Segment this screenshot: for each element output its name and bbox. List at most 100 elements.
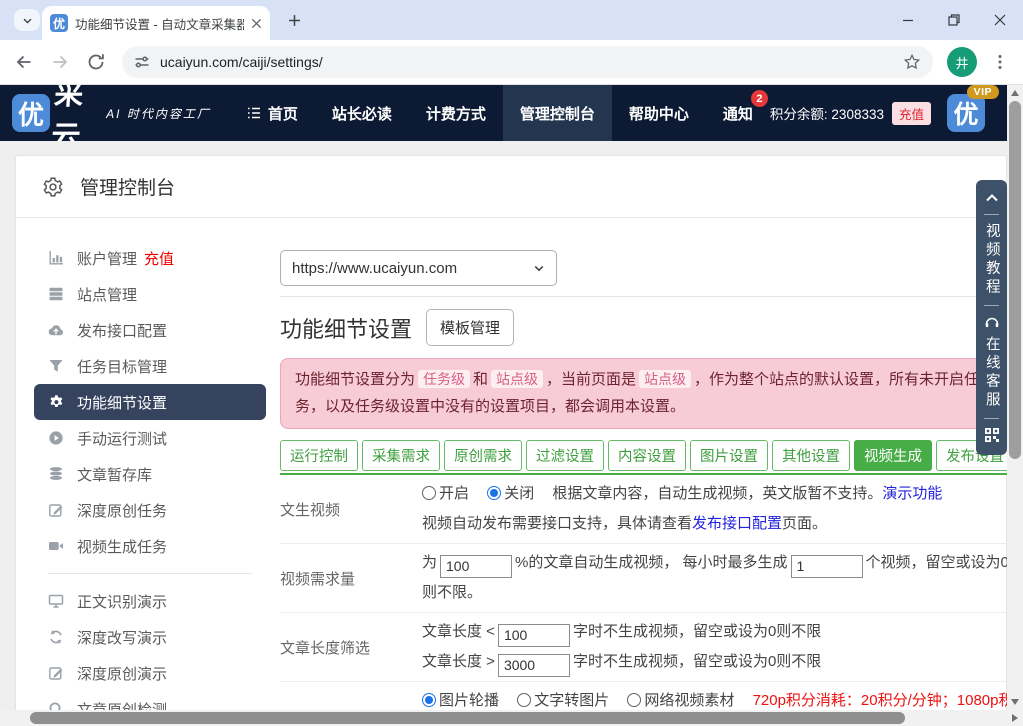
sidebar-item-originality-check[interactable]: 文章原创检测 bbox=[34, 691, 266, 710]
tab-other-settings[interactable]: 其他设置 bbox=[772, 440, 850, 471]
content-divider bbox=[280, 296, 1007, 297]
radio-off[interactable]: 关闭 bbox=[487, 485, 534, 502]
browser-toolbar: ucaiyun.com/caiji/settings/ 井 bbox=[0, 40, 1023, 85]
site-navbar: 优 采云 AI 时代内容工厂 首页 站长必读 计费方式 管理控制台 帮助中心 通… bbox=[0, 85, 1007, 141]
tab-image-settings[interactable]: 图片设置 bbox=[690, 440, 768, 471]
sidebar-item-deep-original-task[interactable]: 深度原创任务 bbox=[34, 492, 266, 528]
list-icon bbox=[246, 105, 262, 121]
filter-icon bbox=[48, 358, 64, 374]
bar-chart-icon bbox=[48, 250, 64, 266]
radio-web-video-material-circle[interactable] bbox=[627, 693, 641, 707]
tab-close-icon[interactable] bbox=[251, 18, 262, 29]
sidebar-item-deep-rewrite-demo[interactable]: 深度改写演示 bbox=[34, 619, 266, 655]
site-selector[interactable]: https://www.ucaiyun.com bbox=[280, 250, 557, 286]
restore-button[interactable] bbox=[931, 0, 977, 40]
site-settings-icon[interactable] bbox=[134, 54, 150, 70]
back-icon[interactable] bbox=[14, 52, 34, 72]
video-percent-input[interactable] bbox=[440, 555, 512, 578]
chevron-down-icon bbox=[22, 15, 33, 26]
vip-badge: VIP bbox=[967, 85, 999, 99]
address-bar[interactable]: ucaiyun.com/caiji/settings/ bbox=[122, 46, 933, 78]
demo-feature-link[interactable]: 演示功能 bbox=[882, 485, 942, 502]
sidebar-item-account[interactable]: 账户管理 充值 bbox=[34, 240, 266, 276]
scroll-down-arrow[interactable] bbox=[1007, 694, 1023, 710]
reload-icon[interactable] bbox=[86, 52, 106, 72]
radio-off-circle[interactable] bbox=[487, 486, 501, 500]
tab-video-generation[interactable]: 视频生成 bbox=[854, 440, 932, 471]
forward-icon[interactable] bbox=[50, 52, 70, 72]
tab-title: 功能细节设置 - 自动文章采集器 bbox=[75, 14, 244, 33]
sidebar-item-content-recognition-demo[interactable]: 正文识别演示 bbox=[34, 583, 266, 619]
video-tutorial-button[interactable]: 视频教程 bbox=[984, 223, 999, 297]
horizontal-scrollbar[interactable] bbox=[0, 710, 1007, 726]
form-row-video-demand: 视频需求量 为%的文章自动生成视频， 每小时最多生成个视频，留空或设为0 则不限… bbox=[280, 544, 1007, 613]
radio-image-carousel[interactable]: 图片轮播 bbox=[422, 692, 499, 709]
nav-item-pricing[interactable]: 计费方式 bbox=[409, 85, 503, 141]
radio-image-carousel-circle[interactable] bbox=[422, 693, 436, 707]
nav-item-must-read[interactable]: 站长必读 bbox=[315, 85, 409, 141]
refresh-icon bbox=[48, 629, 64, 645]
sidebar-item-publish-api[interactable]: 发布接口配置 bbox=[34, 312, 266, 348]
publish-api-link[interactable]: 发布接口配置 bbox=[692, 515, 782, 532]
tab-content-settings[interactable]: 内容设置 bbox=[608, 440, 686, 471]
points-balance: 积分余额: 2308333 bbox=[770, 103, 884, 123]
nav-item-notifications[interactable]: 通知 2 bbox=[706, 85, 770, 141]
monitor-icon bbox=[48, 593, 64, 609]
sidebar-item-video-gen-task[interactable]: 视频生成任务 bbox=[34, 528, 266, 564]
online-service-button[interactable]: 在线客服 bbox=[984, 336, 999, 410]
videos-per-hour-input[interactable] bbox=[791, 555, 863, 578]
tab-filter-settings[interactable]: 过滤设置 bbox=[526, 440, 604, 471]
close-button[interactable] bbox=[977, 0, 1023, 40]
restore-icon bbox=[948, 14, 960, 26]
form-row-video-material: 图片轮播 文字转图片 网络视频素材 720p积分消耗：20积分/分钟；1080p… bbox=[280, 682, 1007, 710]
nav-item-console[interactable]: 管理控制台 bbox=[503, 85, 612, 141]
sidebar-item-manual-test[interactable]: 手动运行测试 bbox=[34, 420, 266, 456]
radio-text-to-image-circle[interactable] bbox=[517, 693, 531, 707]
new-tab-button[interactable] bbox=[284, 10, 304, 30]
max-length-input[interactable] bbox=[498, 654, 570, 677]
horizontal-scroll-thumb[interactable] bbox=[30, 712, 905, 724]
sidebar-item-deep-original-demo[interactable]: 深度原创演示 bbox=[34, 655, 266, 691]
user-avatar-wrap: 优 VIP bbox=[947, 94, 985, 132]
tab-search-button[interactable] bbox=[14, 9, 40, 31]
radio-text-to-image[interactable]: 文字转图片 bbox=[517, 692, 609, 709]
radio-on[interactable]: 开启 bbox=[422, 485, 469, 502]
gears-icon bbox=[48, 394, 64, 410]
play-circle-icon bbox=[48, 430, 64, 446]
sidebar-recharge-link[interactable]: 充值 bbox=[144, 248, 174, 269]
sidebar-item-article-buffer[interactable]: 文章暂存库 bbox=[34, 456, 266, 492]
browser-profile-avatar[interactable]: 井 bbox=[947, 47, 977, 77]
vertical-scrollbar[interactable] bbox=[1007, 85, 1023, 710]
vertical-scroll-thumb[interactable] bbox=[1009, 101, 1021, 459]
user-avatar[interactable]: 优 bbox=[947, 94, 985, 132]
radio-web-video-material[interactable]: 网络视频素材 bbox=[627, 692, 734, 709]
template-manage-button[interactable]: 模板管理 bbox=[426, 309, 514, 346]
qr-code-icon[interactable] bbox=[984, 427, 1000, 443]
sidebar-item-sites[interactable]: 站点管理 bbox=[34, 276, 266, 312]
edit-icon bbox=[48, 665, 64, 681]
video-camera-icon bbox=[48, 538, 64, 554]
tab-original-demand[interactable]: 原创需求 bbox=[444, 440, 522, 471]
scroll-up-arrow[interactable] bbox=[1007, 85, 1023, 101]
tab-run-control[interactable]: 运行控制 bbox=[280, 440, 358, 471]
tab-collect-demand[interactable]: 采集需求 bbox=[362, 440, 440, 471]
cloud-upload-icon bbox=[48, 322, 64, 338]
browser-menu-icon[interactable] bbox=[991, 53, 1009, 71]
nav-item-home[interactable]: 首页 bbox=[229, 85, 315, 141]
min-length-input[interactable] bbox=[498, 624, 570, 647]
tag-site-level: 站点级 bbox=[491, 370, 543, 388]
recharge-button[interactable]: 充值 bbox=[892, 102, 931, 125]
browser-tab[interactable]: 优 功能细节设置 - 自动文章采集器 bbox=[42, 6, 270, 40]
chevron-up-icon[interactable] bbox=[984, 190, 1000, 206]
sidebar-item-feature-settings[interactable]: 功能细节设置 bbox=[34, 384, 266, 420]
sidebar-item-task-targets[interactable]: 任务目标管理 bbox=[34, 348, 266, 384]
site-logo[interactable]: 优 bbox=[12, 94, 50, 132]
nav-item-help[interactable]: 帮助中心 bbox=[612, 85, 706, 141]
settings-tabs: 运行控制 采集需求 原创需求 过滤设置 内容设置 图片设置 其他设置 视频生成 … bbox=[280, 437, 1007, 475]
bookmark-star-icon[interactable] bbox=[903, 53, 921, 71]
minimize-button[interactable] bbox=[885, 0, 931, 40]
radio-on-circle[interactable] bbox=[422, 486, 436, 500]
scroll-right-arrow[interactable] bbox=[1007, 710, 1023, 726]
form-row-length-filter: 文章长度筛选 文章长度 <字时不生成视频，留空或设为0则不限 文章长度 >字时不… bbox=[280, 613, 1007, 682]
browser-tab-strip: 优 功能细节设置 - 自动文章采集器 bbox=[0, 0, 1023, 40]
